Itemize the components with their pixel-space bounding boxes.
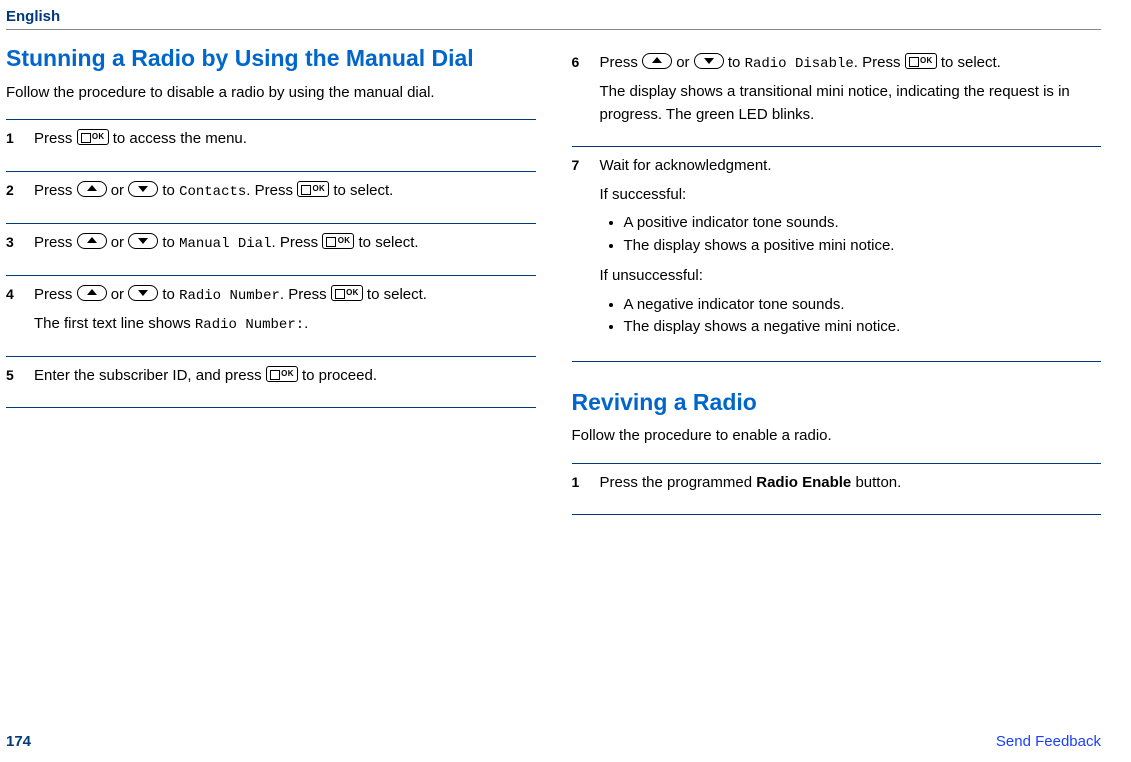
up-arrow-icon [642,53,672,69]
step-text: Press the programmed [600,474,757,491]
page-number: 174 [6,733,31,750]
outcome-list: A negative indicator tone sounds. The di… [600,294,1102,339]
step-text: . [304,315,308,332]
step-text: Enter the subscriber ID, and press [34,367,266,384]
step-text: to [162,234,179,251]
step-text: Press [34,234,77,251]
step-text: . Press [280,286,331,303]
step-number: 1 [572,472,600,501]
content-columns: Stunning a Radio by Using the Manual Dia… [6,44,1101,515]
list-item: The display shows a positive mini notice… [624,235,1102,258]
down-arrow-icon [128,285,158,301]
step-text: to proceed. [302,367,377,384]
menu-label: Radio Number [179,288,280,304]
right-column: 6 Press or to Radio Disable. Press to se… [572,44,1102,515]
step-text: If unsuccessful: [600,265,1102,288]
down-arrow-icon [128,181,158,197]
menu-label: Radio Number: [195,317,304,333]
menu-label: Radio Disable [745,56,854,72]
step-number: 1 [6,128,34,157]
step-number: 2 [6,180,34,209]
up-arrow-icon [77,285,107,301]
step-text: If successful: [600,184,1102,207]
language-header: English [6,8,1101,30]
step-number: 3 [6,232,34,261]
step-text: Press [34,182,77,199]
step-text: to select. [367,286,427,303]
up-arrow-icon [77,181,107,197]
step-text: or [676,54,694,71]
step-text: or [111,234,129,251]
step-text: button. [855,474,901,491]
ok-button-icon [905,53,937,69]
ok-button-icon [77,129,109,145]
intro-reviving: Follow the procedure to enable a radio. [572,426,1102,446]
section-title-reviving: Reviving a Radio [572,388,1102,417]
button-name: Radio Enable [756,474,851,491]
left-column: Stunning a Radio by Using the Manual Dia… [6,44,536,515]
menu-label: Manual Dial [179,236,271,252]
step-4: 4 Press or to Radio Number. Press to sel… [6,275,536,356]
step-number: 7 [572,155,600,347]
list-item: The display shows a negative mini notice… [624,316,1102,339]
step-text: to select. [333,182,393,199]
down-arrow-icon [694,53,724,69]
step-text: or [111,182,129,199]
ok-button-icon [322,233,354,249]
step-2: 2 Press or to Contacts. Press to select. [6,171,536,223]
menu-label: Contacts [179,184,246,200]
step-number: 4 [6,284,34,342]
step-text: to [728,54,745,71]
ok-button-icon [331,285,363,301]
step-5: 5 Enter the subscriber ID, and press to … [6,356,536,409]
step-3: 3 Press or to Manual Dial. Press to sele… [6,223,536,275]
send-feedback-link[interactable]: Send Feedback [996,733,1101,750]
step-number: 6 [572,52,600,132]
section-title-stunning: Stunning a Radio by Using the Manual Dia… [6,44,536,73]
step-1: 1 Press to access the menu. [6,119,536,171]
step-text: Press [34,286,77,303]
step-6: 6 Press or to Radio Disable. Press to se… [572,44,1102,146]
outcome-list: A positive indicator tone sounds. The di… [600,212,1102,257]
step-text: Wait for acknowledgment. [600,155,1102,178]
step-text: Press [600,54,643,71]
step-text: to access the menu. [113,130,247,147]
step-number: 5 [6,365,34,394]
step-text: . Press [271,234,322,251]
page-footer: 174 Send Feedback [6,733,1101,750]
step-text: to [162,286,179,303]
step-text: to select. [359,234,419,251]
step-7: 7 Wait for acknowledgment. If successful… [572,146,1102,362]
ok-button-icon [297,181,329,197]
step-text: Press [34,130,77,147]
list-item: A negative indicator tone sounds. [624,294,1102,317]
step-text: The display shows a transitional mini no… [600,81,1102,126]
step-text: . Press [246,182,297,199]
intro-stunning: Follow the procedure to disable a radio … [6,83,536,103]
list-item: A positive indicator tone sounds. [624,212,1102,235]
revive-step-1: 1 Press the programmed Radio Enable butt… [572,463,1102,516]
step-text: . Press [854,54,905,71]
ok-button-icon [266,366,298,382]
step-text: to select. [941,54,1001,71]
down-arrow-icon [128,233,158,249]
step-text: to [162,182,179,199]
up-arrow-icon [77,233,107,249]
step-text: The first text line shows [34,315,195,332]
step-text: or [111,286,129,303]
